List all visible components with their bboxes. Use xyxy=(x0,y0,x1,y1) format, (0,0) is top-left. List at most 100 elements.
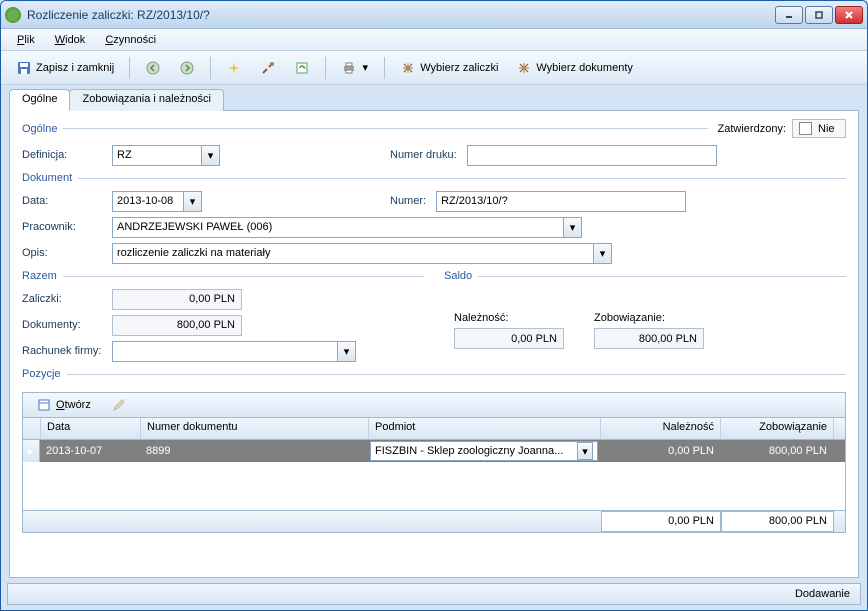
approved-value: Nie xyxy=(818,123,835,135)
tab-ogolne[interactable]: Ogólne xyxy=(9,89,70,111)
window-frame: Rozliczenie zaliczki: RZ/2013/10/? Plik … xyxy=(0,0,868,611)
footer-zobowiazanie: 800,00 PLN xyxy=(721,511,834,532)
dokumenty-value: 800,00 PLN xyxy=(112,315,242,336)
dokumenty-label: Dokumenty: xyxy=(22,319,112,331)
refresh-icon xyxy=(294,60,310,76)
numer-input[interactable] xyxy=(436,191,686,212)
chevron-down-icon[interactable]: ▾ xyxy=(564,217,582,238)
naleznosc-label: Należność: xyxy=(454,312,508,324)
chevron-down-icon[interactable]: ▾ xyxy=(594,243,612,264)
grid-footer: 0,00 PLN 800,00 PLN xyxy=(23,510,845,532)
status-mode: Dodawanie xyxy=(795,588,850,600)
data-label: Data: xyxy=(22,195,112,207)
window-title: Rozliczenie zaliczki: RZ/2013/10/? xyxy=(27,8,775,22)
menubar: Plik Widok Czynności xyxy=(1,29,867,51)
section-dokument: Dokument xyxy=(22,172,72,184)
zobowiazanie-value: 800,00 PLN xyxy=(594,328,704,349)
section-razem: Razem xyxy=(22,270,57,282)
otworz-button[interactable]: Otwórz xyxy=(29,393,98,417)
table-row[interactable]: ▸ 2013-10-07 8899 FISZBIN - Sklep zoolog… xyxy=(23,440,845,462)
content-area: Ogólne Zobowiązania i należności Ogólne … xyxy=(1,85,867,581)
sparkle-icon xyxy=(226,60,242,76)
tab-zobowiazania[interactable]: Zobowiązania i należności xyxy=(69,89,223,111)
menu-czynnosci[interactable]: Czynności xyxy=(97,32,164,48)
menu-plik[interactable]: Plik xyxy=(9,32,43,48)
rachunek-label: Rachunek firmy: xyxy=(22,345,112,357)
save-icon xyxy=(16,60,32,76)
chevron-down-icon[interactable]: ▾ xyxy=(338,341,356,362)
numer-druku-input[interactable] xyxy=(467,145,717,166)
cell-numer: 8899 xyxy=(140,440,368,462)
close-button[interactable] xyxy=(835,6,863,24)
pracownik-input[interactable] xyxy=(112,217,564,238)
cell-naleznosc: 0,00 PLN xyxy=(600,440,720,462)
pencil-icon xyxy=(111,397,127,413)
positions-grid[interactable]: Data Numer dokumentu Podmiot Należność Z… xyxy=(22,418,846,533)
col-numer[interactable]: Numer dokumentu xyxy=(141,418,369,439)
arrow-left-icon xyxy=(145,60,161,76)
select-icon xyxy=(516,60,532,76)
col-zobowiazanie[interactable]: Zobowiązanie xyxy=(721,418,834,439)
section-saldo: Saldo xyxy=(444,270,472,282)
approved-label: Zatwierdzony: xyxy=(718,123,786,135)
chevron-down-icon[interactable]: ▾ xyxy=(184,191,202,212)
chevron-down-icon: ▾ xyxy=(361,61,369,74)
otworz-label: Otwórz xyxy=(56,399,91,411)
zobowiazanie-label: Zobowiązanie: xyxy=(594,312,665,324)
wybierz-zaliczki-button[interactable]: Wybierz zaliczki xyxy=(393,56,505,80)
data-input[interactable] xyxy=(112,191,184,212)
grid-toolbar: Otwórz xyxy=(22,392,846,418)
maximize-button[interactable] xyxy=(805,6,833,24)
open-icon xyxy=(36,397,52,413)
menu-widok[interactable]: Widok xyxy=(47,32,94,48)
rachunek-input[interactable] xyxy=(112,341,338,362)
col-podmiot[interactable]: Podmiot xyxy=(369,418,601,439)
print-button[interactable]: ▾ xyxy=(334,56,376,80)
arrow-right-icon xyxy=(179,60,195,76)
refresh-button[interactable] xyxy=(287,56,317,80)
save-close-button[interactable]: Zapisz i zamknij xyxy=(9,56,121,80)
opis-label: Opis: xyxy=(22,247,112,259)
chevron-down-icon[interactable]: ▾ xyxy=(577,442,593,460)
wybierz-zaliczki-label: Wybierz zaliczki xyxy=(420,62,498,74)
cell-zobowiazanie: 800,00 PLN xyxy=(720,440,833,462)
tool-button-2[interactable] xyxy=(253,56,283,80)
pracownik-dropdown[interactable]: ▾ xyxy=(112,217,582,238)
app-icon xyxy=(5,7,21,23)
wybierz-dokumenty-button[interactable]: Wybierz dokumenty xyxy=(509,56,640,80)
col-data[interactable]: Data xyxy=(41,418,141,439)
edit-button[interactable] xyxy=(104,393,134,417)
print-icon xyxy=(341,60,357,76)
nav-forward-button[interactable] xyxy=(172,56,202,80)
toolbar: Zapisz i zamknij ▾ Wybierz zaliczki Wybi… xyxy=(1,51,867,85)
row-indicator-icon: ▸ xyxy=(23,440,40,462)
definicja-dropdown[interactable]: ▾ xyxy=(112,145,220,166)
opis-input[interactable] xyxy=(112,243,594,264)
section-pozycje: Pozycje xyxy=(22,368,61,380)
chevron-down-icon[interactable]: ▾ xyxy=(202,145,220,166)
select-icon xyxy=(400,60,416,76)
approved-field[interactable]: Nie xyxy=(792,119,846,138)
definicja-input[interactable] xyxy=(112,145,202,166)
cell-data: 2013-10-07 xyxy=(40,440,140,462)
pracownik-label: Pracownik: xyxy=(22,221,112,233)
nav-back-button[interactable] xyxy=(138,56,168,80)
data-dropdown[interactable]: ▾ xyxy=(112,191,202,212)
tool-button-1[interactable] xyxy=(219,56,249,80)
panel-ogolne: Ogólne Zatwierdzony: Nie Definicja: xyxy=(9,110,859,578)
naleznosc-value: 0,00 PLN xyxy=(454,328,564,349)
save-close-label: Zapisz i zamknij xyxy=(36,62,114,74)
col-naleznosc[interactable]: Należność xyxy=(601,418,721,439)
rachunek-dropdown[interactable]: ▾ xyxy=(112,341,356,362)
opis-dropdown[interactable]: ▾ xyxy=(112,243,612,264)
footer-naleznosc: 0,00 PLN xyxy=(601,511,721,532)
tab-strip: Ogólne Zobowiązania i należności xyxy=(9,89,859,111)
numer-label: Numer: xyxy=(390,195,426,207)
checkbox-icon xyxy=(799,122,812,135)
numer-druku-label: Numer druku: xyxy=(390,149,457,161)
cell-podmiot[interactable]: FISZBIN - Sklep zoologiczny Joanna... ▾ xyxy=(368,440,600,462)
zaliczki-value: 0,00 PLN xyxy=(112,289,242,310)
statusbar: Dodawanie xyxy=(7,583,861,605)
section-ogolne: Ogólne xyxy=(22,123,57,135)
minimize-button[interactable] xyxy=(775,6,803,24)
